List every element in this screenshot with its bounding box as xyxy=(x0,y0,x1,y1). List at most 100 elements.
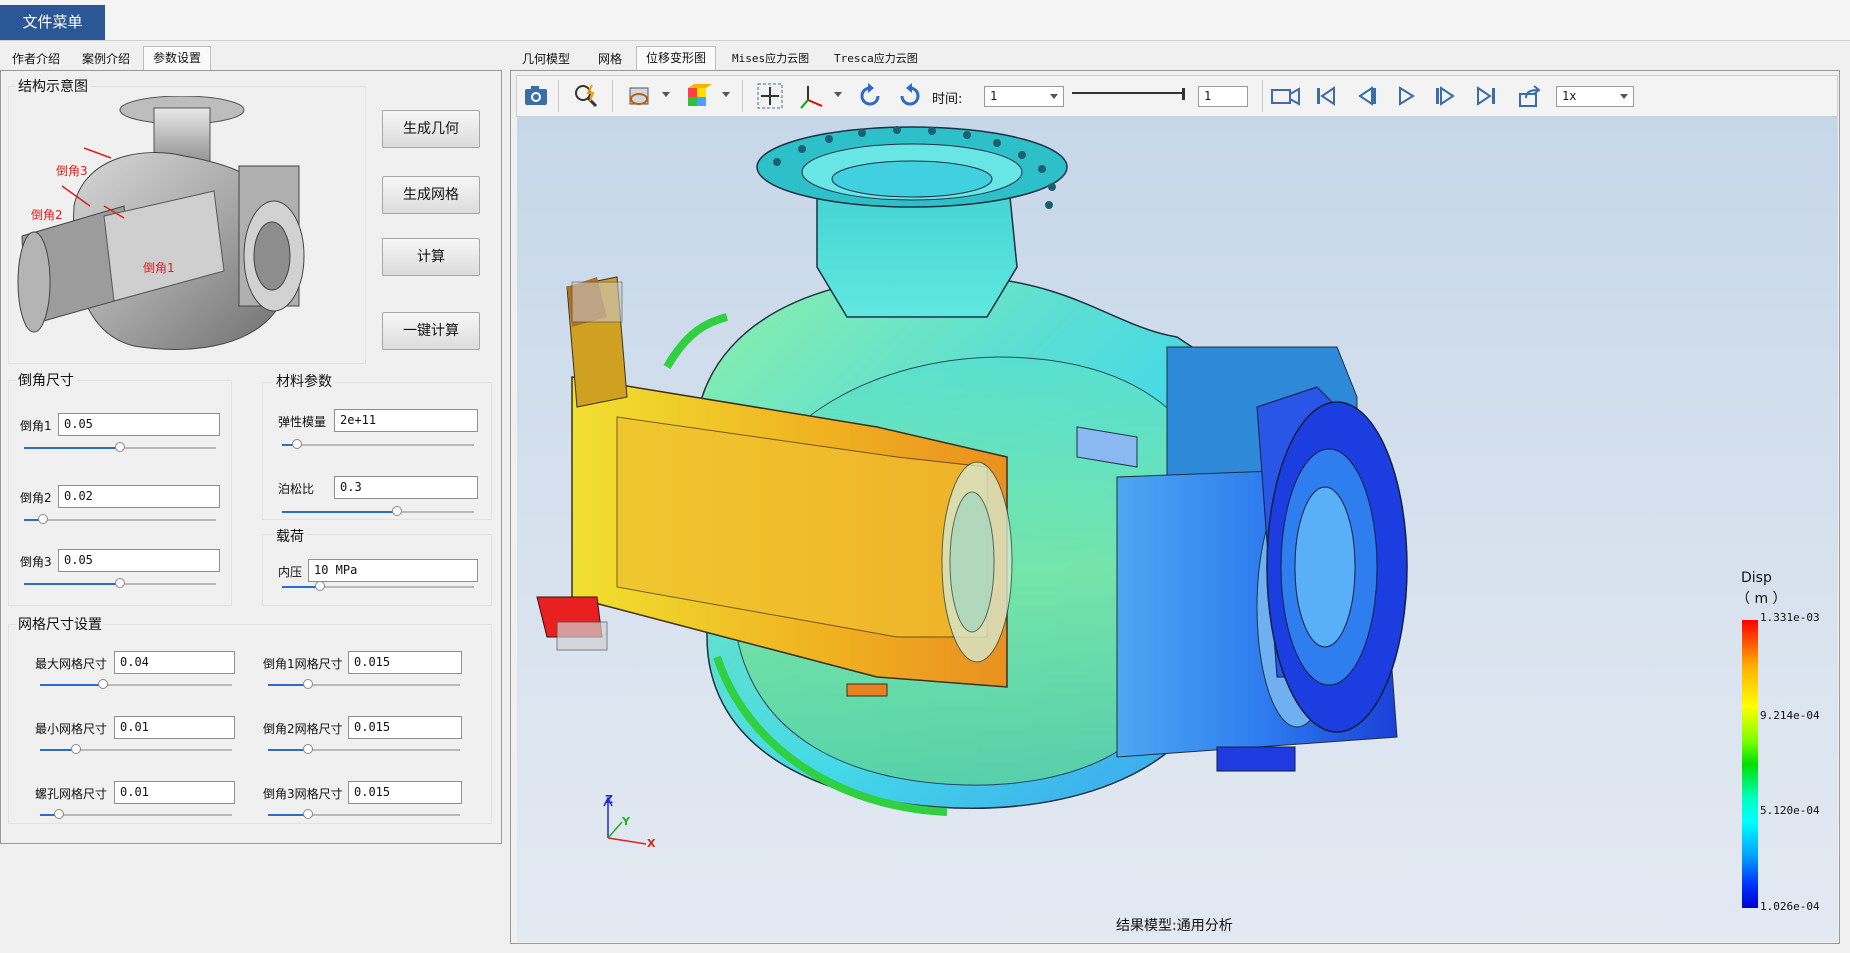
mesh-left-1-slider-handle[interactable] xyxy=(98,679,109,689)
mesh-right-2-label: 倒角2网格尺寸 xyxy=(263,722,343,736)
chamfer-2-slider-track xyxy=(24,519,216,521)
legend-tick-min: 1.026e-04 xyxy=(1760,900,1820,913)
chamfer-1-slider[interactable] xyxy=(24,442,216,454)
mesh-right-2-slider[interactable] xyxy=(268,744,460,756)
chamfer-2-input[interactable]: 0.02 xyxy=(58,485,220,508)
mesh-left-3-slider[interactable] xyxy=(40,809,232,821)
internal-pressure-input[interactable]: 10 MPa xyxy=(308,559,478,582)
material-1-slider-handle[interactable] xyxy=(292,439,303,449)
legend-tick-max: 1.331e-03 xyxy=(1760,611,1820,624)
axis-y-label: Y xyxy=(622,815,630,828)
mesh-right-1-slider[interactable] xyxy=(268,679,460,691)
mesh-right-3-slider[interactable] xyxy=(268,809,460,821)
chamfer-3-input[interactable]: 0.05 xyxy=(58,549,220,572)
mesh-left-1-slider[interactable] xyxy=(40,679,232,691)
result-3d-viewport[interactable] xyxy=(517,117,1838,942)
tab-geometry-model[interactable]: 几何模型 xyxy=(513,48,579,70)
time-select[interactable]: 1 xyxy=(984,86,1064,107)
legend-tick: 9.214e-04 xyxy=(1760,709,1820,722)
mesh-right-1-label: 倒角1网格尺寸 xyxy=(263,657,343,671)
material-2-slider[interactable] xyxy=(282,506,474,518)
mesh-left-3-input[interactable]: 0.01 xyxy=(114,781,235,804)
next-frame-icon[interactable] xyxy=(1432,82,1460,110)
tab-tresca-stress[interactable]: Tresca应力云图 xyxy=(825,48,927,70)
one-click-compute-button[interactable]: 一键计算 xyxy=(382,312,480,350)
file-menu-button[interactable]: 文件菜单 xyxy=(0,5,105,40)
last-frame-icon[interactable] xyxy=(1472,82,1500,110)
color-dropdown-icon[interactable] xyxy=(722,92,730,97)
frame-spinbox-value: 1 xyxy=(1204,89,1212,103)
chamfer-1-slider-handle[interactable] xyxy=(115,442,125,452)
color-cube-icon[interactable] xyxy=(684,82,712,110)
playback-speed-value: 1x xyxy=(1562,89,1577,103)
displacement-contour-model xyxy=(536,126,1408,816)
callout-chamfer-3: 倒角3 xyxy=(56,164,88,178)
tab-mises-stress[interactable]: Mises应力云图 xyxy=(723,48,818,70)
load-title: 载荷 xyxy=(274,526,306,546)
export-icon[interactable] xyxy=(1516,82,1544,110)
legend-tick: 5.120e-04 xyxy=(1760,804,1820,817)
axis-orientation-icon[interactable] xyxy=(798,82,826,110)
chevron-down-icon xyxy=(1620,94,1628,99)
mesh-left-2-slider[interactable] xyxy=(40,744,232,756)
time-select-value: 1 xyxy=(990,89,998,103)
rotate-left-icon[interactable] xyxy=(856,82,884,110)
rotate-right-icon[interactable] xyxy=(896,82,924,110)
mesh-left-1-slider-fill xyxy=(40,684,104,686)
internal-pressure-slider-handle[interactable] xyxy=(315,581,326,591)
tab-case-intro[interactable]: 案例介绍 xyxy=(73,48,139,70)
material-2-input[interactable]: 0.3 xyxy=(334,476,478,499)
time-slider-handle[interactable] xyxy=(1182,88,1185,100)
structure-diagram-title: 结构示意图 xyxy=(16,76,90,96)
material-2-slider-fill xyxy=(282,511,398,513)
generate-mesh-button[interactable]: 生成网格 xyxy=(382,176,480,214)
time-slider-track[interactable] xyxy=(1072,92,1184,94)
chamfer-3-slider-fill xyxy=(24,583,120,585)
mesh-right-2-slider-fill xyxy=(268,749,309,751)
record-video-icon[interactable] xyxy=(1270,82,1302,110)
color-legend-bar xyxy=(1742,620,1758,908)
first-frame-icon[interactable] xyxy=(1312,82,1340,110)
mesh-right-2-input[interactable]: 0.015 xyxy=(348,716,462,739)
mesh-left-1-input[interactable]: 0.04 xyxy=(114,651,235,674)
legend-unit: （ m ） xyxy=(1736,591,1787,607)
screenshot-camera-icon[interactable] xyxy=(522,82,550,110)
tab-displacement[interactable]: 位移变形图 xyxy=(636,46,717,71)
compute-button[interactable]: 计算 xyxy=(382,238,480,276)
mesh-right-2-slider-handle[interactable] xyxy=(303,744,314,754)
tab-parameter-settings[interactable]: 参数设置 xyxy=(143,46,212,71)
chamfer-3-slider-handle[interactable] xyxy=(115,578,125,588)
chamfer-2-slider-handle[interactable] xyxy=(38,514,49,524)
time-label: 时间: xyxy=(932,92,963,107)
tab-mesh[interactable]: 网格 xyxy=(589,48,631,70)
chamfer-3-slider[interactable] xyxy=(24,578,216,590)
previous-frame-icon[interactable] xyxy=(1352,82,1380,110)
chamfer-2-slider[interactable] xyxy=(24,514,216,526)
frame-spinbox[interactable]: 1 xyxy=(1198,86,1248,107)
playback-speed-select[interactable]: 1x xyxy=(1556,86,1634,107)
display-mode-dropdown-icon[interactable] xyxy=(662,92,670,97)
zoom-fit-icon[interactable] xyxy=(572,82,600,110)
generate-geometry-button[interactable]: 生成几何 xyxy=(382,110,480,148)
material-1-slider-track xyxy=(282,444,474,446)
fit-view-icon[interactable] xyxy=(756,82,784,110)
mesh-right-3-input[interactable]: 0.015 xyxy=(348,781,462,804)
material-1-input[interactable]: 2e+11 xyxy=(334,409,478,432)
play-icon[interactable] xyxy=(1392,82,1420,110)
chamfer-1-input[interactable]: 0.05 xyxy=(58,413,220,436)
mesh-left-2-slider-handle[interactable] xyxy=(71,744,82,754)
internal-pressure-slider[interactable] xyxy=(282,581,474,593)
mesh-left-3-slider-handle[interactable] xyxy=(54,809,65,819)
material-1-slider[interactable] xyxy=(282,439,474,451)
display-mode-icon[interactable] xyxy=(626,82,654,110)
mesh-right-1-input[interactable]: 0.015 xyxy=(348,651,462,674)
axis-dropdown-icon[interactable] xyxy=(834,92,842,97)
tab-author-intro[interactable]: 作者介绍 xyxy=(3,48,69,70)
internal-pressure-label: 内压 xyxy=(278,565,303,579)
mesh-left-2-input[interactable]: 0.01 xyxy=(114,716,235,739)
material-2-slider-handle[interactable] xyxy=(392,506,403,516)
chamfer-size-title: 倒角尺寸 xyxy=(16,370,76,390)
mesh-right-1-slider-handle[interactable] xyxy=(303,679,314,689)
toolbar-separator xyxy=(1262,80,1263,112)
mesh-right-3-slider-handle[interactable] xyxy=(303,809,314,819)
